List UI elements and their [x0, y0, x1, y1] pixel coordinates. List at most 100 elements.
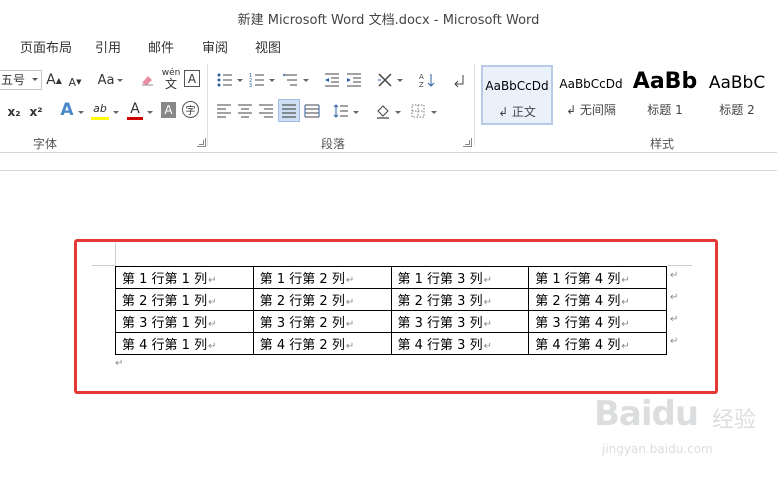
svg-text:Z: Z	[419, 81, 424, 88]
tab-page-layout[interactable]: 页面布局	[20, 37, 72, 56]
justify-button[interactable]	[278, 99, 300, 122]
highlight-label: ab	[93, 102, 107, 115]
style-heading-2[interactable]: AaBbC 标题 2	[701, 65, 773, 125]
subscript-label: x₂	[7, 105, 21, 119]
increase-indent-icon	[347, 73, 361, 87]
phonetic-bottom: 文	[164, 76, 177, 91]
style-name: 标题 1	[647, 103, 683, 117]
subscript-button[interactable]: x₂	[6, 102, 22, 122]
align-left-icon	[217, 104, 231, 118]
chevron-down-icon	[117, 78, 123, 84]
group-divider	[207, 64, 208, 146]
svg-text:3: 3	[249, 83, 252, 88]
chevron-down-icon	[113, 110, 119, 116]
highlight-color-button[interactable]: ab	[91, 100, 109, 120]
chevron-down-icon	[395, 110, 401, 116]
paint-bucket-icon	[377, 105, 389, 119]
style-sample: AaBbCcDd	[559, 77, 623, 91]
style-sample: AaBb	[632, 69, 698, 94]
watermark-logo: Baidu	[594, 394, 699, 434]
watermark-url: jingyan.baidu.com	[602, 442, 713, 456]
align-left-button[interactable]	[215, 101, 233, 121]
align-right-button[interactable]	[257, 101, 275, 121]
numbered-list-icon: 123	[249, 73, 264, 88]
watermark-logo-suffix: 经验	[712, 408, 757, 433]
enclose-characters-button[interactable]: 字	[182, 101, 199, 118]
ribbon: 五号 A ▲ A ▼ Aa wén 文 A x₂ x² A ab A A 字 字体 …	[0, 58, 777, 153]
bullet-list-icon	[217, 73, 232, 87]
show-marks-button[interactable]	[451, 70, 467, 90]
shading-button[interactable]	[374, 101, 392, 121]
bullets-button[interactable]	[216, 70, 234, 90]
borders-button[interactable]	[409, 101, 427, 121]
asian-layout-icon	[378, 73, 392, 87]
style-name: 标题 2	[719, 103, 755, 117]
justify-icon	[282, 104, 296, 117]
group-divider	[474, 64, 475, 146]
chevron-down-icon	[269, 78, 275, 84]
decrease-indent-icon	[325, 73, 339, 87]
chevron-down-icon	[147, 110, 153, 116]
text-effects-button[interactable]: A	[58, 100, 76, 120]
tab-mailings[interactable]: 邮件	[148, 37, 174, 56]
title-bar: 新建 Microsoft Word 文档.docx - Microsoft Wo…	[0, 0, 777, 34]
distributed-button[interactable]	[303, 101, 321, 121]
phonetic-guide-button[interactable]: wén 文	[162, 66, 181, 92]
paragraph-group-label: 段落	[321, 137, 346, 151]
red-highlight-box	[74, 239, 718, 394]
sort-icon: AZ	[419, 73, 435, 88]
chevron-down-icon	[397, 78, 403, 84]
styles-gallery: AaBbCcDd ↲ 正文 AaBbCcDd ↲ 无间隔 AaBb 标题 1 A…	[479, 63, 777, 131]
style-normal[interactable]: AaBbCcDd ↲ 正文	[481, 65, 553, 125]
multilevel-list-icon	[283, 74, 297, 86]
font-group-label: 字体	[33, 137, 58, 151]
shrink-font-button[interactable]: A ▼	[68, 72, 82, 92]
superscript-label: x²	[29, 105, 43, 119]
style-heading-1[interactable]: AaBb 标题 1	[629, 65, 701, 125]
clear-formatting-button[interactable]	[138, 70, 156, 90]
align-center-button[interactable]	[236, 101, 254, 121]
decrease-indent-button[interactable]	[323, 70, 341, 90]
border-grid-icon	[411, 104, 425, 118]
eraser-icon	[142, 76, 153, 86]
style-no-spacing[interactable]: AaBbCcDd ↲ 无间隔	[555, 65, 627, 125]
font-size-value: 五号	[1, 73, 26, 87]
superscript-button[interactable]: x²	[28, 102, 44, 122]
line-spacing-button[interactable]	[332, 101, 350, 121]
increase-indent-button[interactable]	[345, 70, 363, 90]
tab-review[interactable]: 审阅	[202, 37, 228, 56]
align-center-icon	[238, 104, 252, 118]
chevron-down-icon	[431, 110, 437, 116]
ribbon-tabs: 页面布局 引用 邮件 审阅 视图	[0, 34, 777, 58]
font-color-button[interactable]: A	[127, 100, 143, 120]
baidu-jingyan-watermark: Baidu 经验 jingyan.baidu.com	[590, 392, 765, 464]
line-spacing-icon	[333, 104, 348, 118]
font-size-dropdown[interactable]: 五号	[0, 70, 42, 90]
tab-references[interactable]: 引用	[95, 37, 121, 56]
font-color-label: A	[130, 100, 140, 117]
change-case-button[interactable]: Aa	[96, 70, 116, 90]
character-shading-label: A	[164, 103, 173, 117]
svg-text:A: A	[419, 73, 424, 81]
chevron-down-icon	[32, 78, 38, 81]
sort-button[interactable]: AZ	[418, 70, 436, 90]
chevron-down-icon	[353, 110, 359, 116]
numbering-button[interactable]: 123	[248, 70, 266, 90]
multilevel-list-button[interactable]	[282, 70, 300, 90]
grow-font-button[interactable]: A ▲	[46, 70, 62, 90]
change-case-label: Aa	[97, 72, 115, 88]
distributed-icon	[304, 104, 320, 118]
character-border-label: A	[187, 71, 197, 86]
align-right-icon	[259, 104, 273, 118]
character-border-button[interactable]: A	[184, 70, 200, 87]
style-sample: AaBbCcDd	[485, 79, 549, 93]
text-direction-button[interactable]	[376, 70, 394, 90]
style-name: ↲ 正文	[498, 105, 536, 119]
style-sample: AaBbC	[708, 73, 766, 93]
font-dialog-launcher[interactable]	[197, 138, 206, 147]
window-title: 新建 Microsoft Word 文档.docx - Microsoft Wo…	[237, 13, 540, 28]
tab-view[interactable]: 视图	[255, 37, 281, 56]
character-shading-button[interactable]: A	[161, 102, 176, 118]
paragraph-dialog-launcher[interactable]	[463, 138, 472, 147]
chevron-down-icon	[303, 78, 309, 84]
